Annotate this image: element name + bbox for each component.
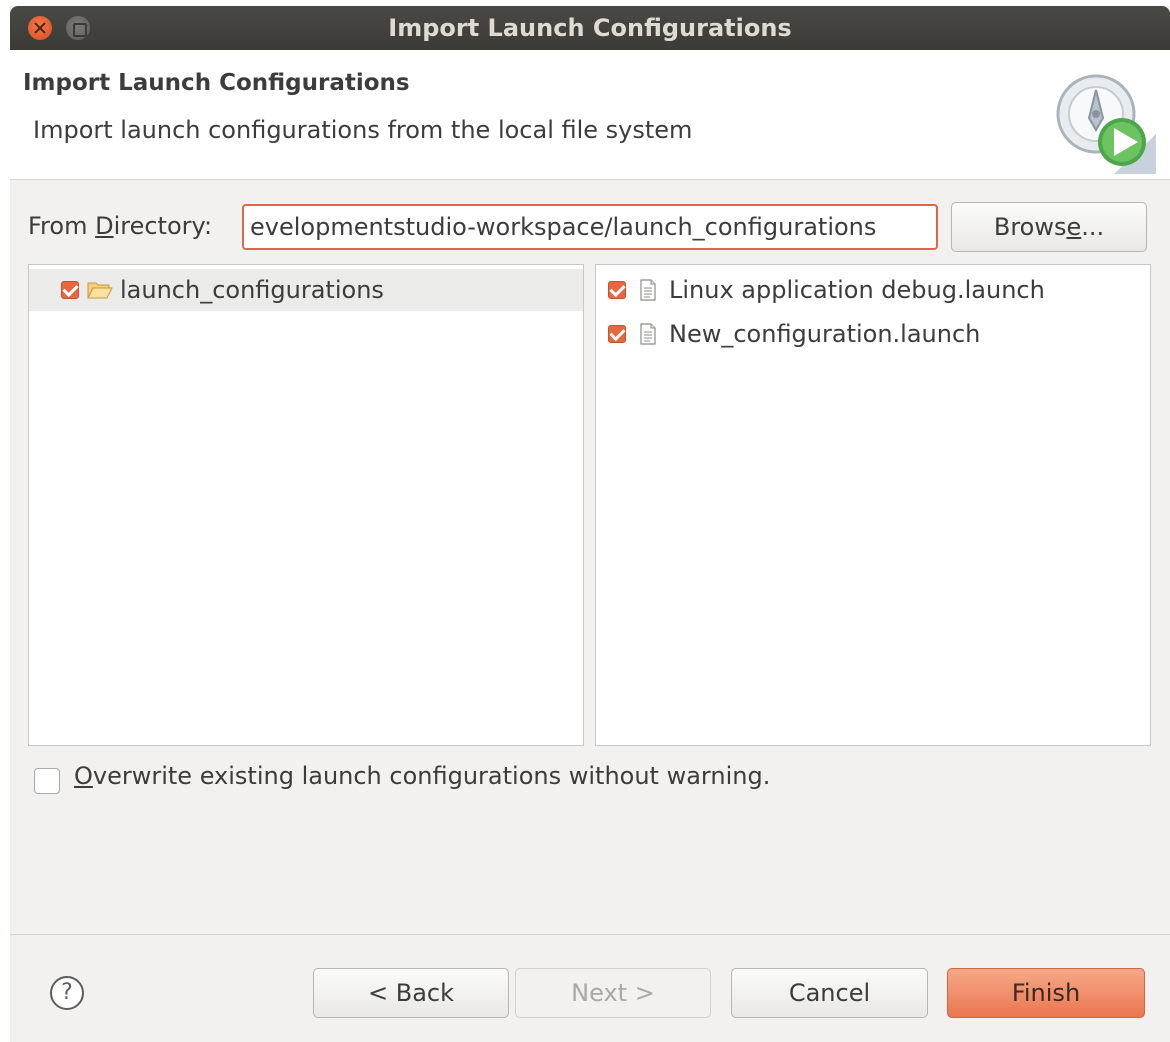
file-label: New_configuration.launch xyxy=(669,320,981,348)
folder-tree[interactable]: launch_configurations xyxy=(28,264,584,746)
title-bar[interactable]: Import Launch Configurations xyxy=(10,6,1170,50)
list-item[interactable]: Linux application debug.launch xyxy=(608,269,1045,311)
page-description: Import launch configurations from the lo… xyxy=(33,116,693,144)
back-button[interactable]: < Back xyxy=(313,968,509,1018)
window-title: Import Launch Configurations xyxy=(388,14,792,42)
file-icon xyxy=(640,279,656,301)
help-icon[interactable]: ? xyxy=(50,976,84,1010)
wizard-header: Import Launch Configurations Import laun… xyxy=(10,50,1170,180)
next-button[interactable]: Next > xyxy=(515,968,711,1018)
browse-button[interactable]: Browse... xyxy=(951,202,1147,252)
tree-item-label: launch_configurations xyxy=(120,276,384,304)
launch-configuration-wizard-icon xyxy=(1056,74,1156,174)
finish-button[interactable]: Finish xyxy=(947,968,1145,1018)
file-label: Linux application debug.launch xyxy=(669,276,1045,304)
from-directory-input[interactable]: evelopmentstudio-workspace/launch_config… xyxy=(242,204,938,250)
page-title: Import Launch Configurations xyxy=(23,70,410,96)
file-list[interactable]: Linux application debug.launch New_confi… xyxy=(595,264,1151,746)
from-directory-label: From Directory: xyxy=(28,212,213,240)
cancel-button[interactable]: Cancel xyxy=(731,968,928,1018)
folder-open-icon xyxy=(87,282,113,299)
file-icon xyxy=(640,323,656,345)
footer-separator xyxy=(10,934,1170,935)
import-dialog: Import Launch Configurations Import Laun… xyxy=(10,6,1170,1042)
checkbox-linux-application-debug[interactable] xyxy=(608,281,626,299)
tree-item-launch-configurations[interactable]: launch_configurations xyxy=(29,269,583,311)
overwrite-label[interactable]: Overwrite existing launch configurations… xyxy=(74,762,770,790)
list-item[interactable]: New_configuration.launch xyxy=(608,313,980,355)
checkbox-new-configuration[interactable] xyxy=(608,325,626,343)
checkbox-launch-configurations[interactable] xyxy=(61,281,79,299)
overwrite-checkbox[interactable] xyxy=(34,768,60,794)
